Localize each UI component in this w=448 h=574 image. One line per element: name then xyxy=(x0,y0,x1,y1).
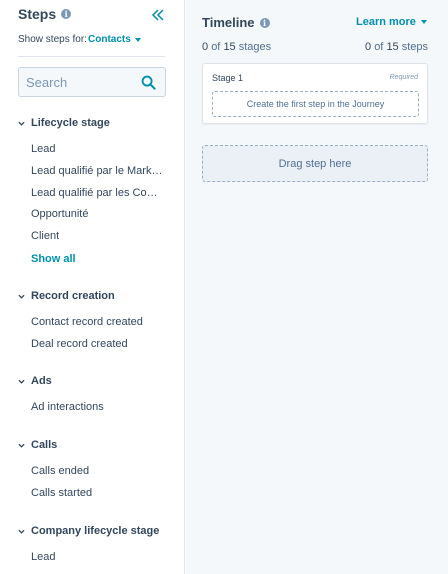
step-item-lead[interactable]: Lead xyxy=(31,143,55,155)
info-icon[interactable] xyxy=(61,9,72,19)
chevron-down-icon xyxy=(18,294,25,299)
stages-total: 15 xyxy=(223,41,236,53)
section-title: Calls xyxy=(31,439,58,451)
section-record-creation[interactable]: Record creation xyxy=(18,290,115,302)
stages-word: stages xyxy=(238,41,272,53)
stage-card: Stage 1 Required Create the first step i… xyxy=(202,63,428,124)
chevron-down-icon xyxy=(18,443,25,448)
show-all-link[interactable]: Show all xyxy=(31,253,76,265)
step-item-sql[interactable]: Lead qualifié par les Commerciaux xyxy=(31,187,165,199)
timeline-header: Timeline xyxy=(202,15,270,30)
learn-more-dropdown[interactable]: Learn more xyxy=(356,16,427,28)
section-company-lifecycle-stage[interactable]: Company lifecycle stage xyxy=(18,525,159,537)
timeline-panel: Timeline Learn more 0 of 15 stages 0 of … xyxy=(186,0,448,574)
info-icon[interactable] xyxy=(259,17,270,28)
stage-required-label: Required xyxy=(389,74,418,81)
show-steps-for-dropdown[interactable]: Contacts xyxy=(88,34,141,45)
drag-step-dropzone[interactable]: Drag step here xyxy=(202,145,428,182)
step-item-mql[interactable]: Lead qualifié par le Marketing xyxy=(31,165,165,177)
steps-word: steps xyxy=(401,41,429,53)
double-chevron-left-icon[interactable] xyxy=(150,7,166,23)
step-item-company-lead[interactable]: Lead xyxy=(31,551,55,563)
step-item-customer[interactable]: Client xyxy=(31,230,59,242)
steps-panel: Steps Show steps for: Contacts Search Li… xyxy=(0,0,185,574)
section-title: Lifecycle stage xyxy=(31,117,110,129)
steps-current: 0 xyxy=(365,41,372,53)
steps-total: 15 xyxy=(386,41,399,53)
section-ads[interactable]: Ads xyxy=(18,375,52,387)
step-item-opportunity[interactable]: Opportunité xyxy=(31,208,88,220)
learn-more-label: Learn more xyxy=(356,16,416,28)
chevron-down-icon xyxy=(18,379,25,384)
steps-header: Steps xyxy=(18,6,72,22)
stage-name[interactable]: Stage 1 xyxy=(212,73,243,83)
step-item-deal-record-created[interactable]: Deal record created xyxy=(31,338,128,350)
timeline-title: Timeline xyxy=(202,15,255,30)
step-item-calls-ended[interactable]: Calls ended xyxy=(31,465,89,477)
step-item-contact-record-created[interactable]: Contact record created xyxy=(31,316,143,328)
section-calls[interactable]: Calls xyxy=(18,439,57,451)
create-first-step-dropzone[interactable]: Create the first step in the Journey xyxy=(212,91,419,117)
search-input[interactable]: Search xyxy=(18,67,166,97)
step-item-ad-interactions[interactable]: Ad interactions xyxy=(31,401,104,413)
caret-down-icon xyxy=(134,37,141,42)
stages-count: 0 of 15 stages xyxy=(202,41,271,53)
chevron-down-icon xyxy=(18,529,25,534)
divider xyxy=(18,56,165,57)
section-title: Ads xyxy=(31,375,52,387)
section-lifecycle-stage[interactable]: Lifecycle stage xyxy=(18,117,110,129)
section-title: Record creation xyxy=(31,290,115,302)
stages-current: 0 xyxy=(202,41,209,53)
search-placeholder: Search xyxy=(26,75,68,90)
stages-of: of xyxy=(211,41,221,53)
steps-of: of xyxy=(374,41,384,53)
caret-down-icon xyxy=(420,20,427,24)
steps-title: Steps xyxy=(18,6,57,22)
step-item-calls-started[interactable]: Calls started xyxy=(31,487,92,499)
chevron-down-icon xyxy=(18,121,25,126)
section-title: Company lifecycle stage xyxy=(31,525,160,537)
search-icon[interactable] xyxy=(141,75,156,90)
show-steps-for-value: Contacts xyxy=(88,34,131,45)
show-steps-for-label: Show steps for: xyxy=(18,34,87,45)
steps-count: 0 of 15 steps xyxy=(365,41,428,53)
